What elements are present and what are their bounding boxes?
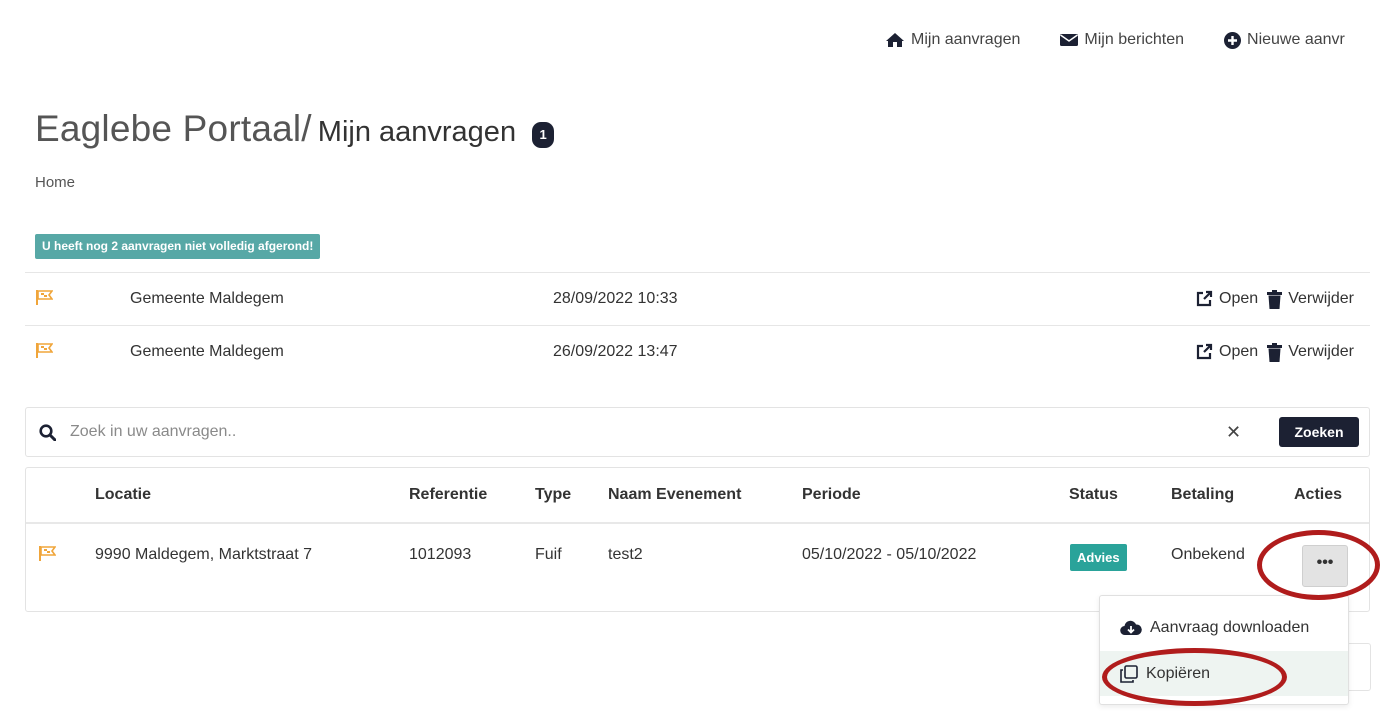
nav-my-messages-label: Mijn berichten	[1084, 31, 1185, 48]
draft-open-link[interactable]: Open	[1219, 290, 1258, 308]
table-header-divider	[26, 522, 1369, 524]
cell-periode: 05/10/2022 - 05/10/2022	[802, 546, 977, 563]
draft-actions: Open Verwijder	[1195, 342, 1354, 362]
cell-type: Fuif	[535, 546, 562, 563]
draft-actions: Open Verwijder	[1195, 289, 1354, 309]
nav-new-request-label: Nieuwe aanvr	[1247, 31, 1345, 48]
portal-brand: Eaglebe Portaal/	[35, 108, 312, 149]
draft-open-link[interactable]: Open	[1219, 343, 1258, 361]
trash-icon[interactable]	[1267, 289, 1283, 309]
column-header-periode: Periode	[802, 486, 861, 503]
draft-row: Gemeente Maldegem 28/09/2022 10:33 Open …	[25, 272, 1370, 325]
column-header-naam-evenement: Naam Evenement	[608, 486, 742, 503]
menu-item-copy[interactable]: Kopiëren	[1100, 651, 1348, 696]
flag-icon	[36, 343, 53, 358]
draft-date: 28/09/2022 10:33	[553, 290, 678, 307]
column-header-status: Status	[1069, 486, 1118, 503]
search-input[interactable]	[70, 418, 1220, 446]
cell-betaling: Onbekend	[1171, 546, 1245, 563]
draft-date: 26/09/2022 13:47	[553, 343, 678, 360]
row-actions-menu: Aanvraag downloaden Kopiëren	[1099, 595, 1349, 705]
search-icon	[39, 424, 56, 441]
breadcrumb-home[interactable]: Home	[35, 174, 75, 191]
breadcrumb[interactable]: Home	[35, 174, 75, 191]
cloud-download-icon	[1120, 620, 1142, 635]
clear-search-icon[interactable]: ✕	[1226, 422, 1241, 443]
search-bar: ✕ Zoeken	[25, 407, 1370, 457]
draft-row: Gemeente Maldegem 26/09/2022 13:47 Open …	[25, 325, 1370, 378]
menu-item-download-label: Aanvraag downloaden	[1150, 618, 1310, 636]
request-count-badge: 1	[532, 122, 555, 148]
nav-my-requests[interactable]: Mijn aanvragen	[885, 31, 1020, 49]
copy-icon	[1120, 664, 1138, 683]
menu-item-copy-label: Kopiëren	[1146, 664, 1211, 682]
trash-icon[interactable]	[1267, 342, 1283, 362]
flag-icon	[39, 546, 56, 561]
flag-icon	[36, 290, 53, 305]
draft-location: Gemeente Maldegem	[130, 343, 284, 360]
home-icon	[886, 33, 904, 47]
incomplete-requests-alert: U heeft nog 2 aanvragen niet volledig af…	[35, 234, 321, 259]
row-actions-button[interactable]: •••	[1302, 545, 1348, 587]
requests-table: Locatie Referentie Type Naam Evenement P…	[25, 467, 1370, 612]
external-link-icon[interactable]	[1195, 290, 1213, 308]
nav-my-messages[interactable]: Mijn berichten	[1060, 31, 1184, 49]
column-header-locatie: Locatie	[95, 486, 152, 503]
top-navigation: Mijn aanvragen Mijn berichten Nieuwe aan…	[885, 31, 1382, 49]
cell-referentie: 1012093	[409, 546, 472, 563]
column-header-betaling: Betaling	[1171, 486, 1235, 503]
status-badge: Advies	[1070, 544, 1127, 571]
column-header-type: Type	[535, 486, 572, 503]
plus-circle-icon	[1224, 31, 1242, 49]
nav-my-requests-label: Mijn aanvragen	[911, 31, 1021, 48]
menu-item-download[interactable]: Aanvraag downloaden	[1100, 605, 1348, 650]
column-header-referentie: Referentie	[409, 486, 488, 503]
draft-delete-link[interactable]: Verwijder	[1288, 290, 1354, 308]
envelope-icon	[1060, 34, 1079, 46]
nav-new-request[interactable]: Nieuwe aanvr	[1224, 31, 1345, 49]
search-button[interactable]: Zoeken	[1279, 417, 1359, 447]
page-title: Eaglebe Portaal/ Mijn aanvragen 1	[35, 108, 555, 150]
cell-naam-evenement: test2	[608, 546, 643, 563]
page-subtitle: Mijn aanvragen	[317, 116, 517, 148]
draft-delete-link[interactable]: Verwijder	[1288, 343, 1354, 361]
cell-locatie: 9990 Maldegem, Marktstraat 7	[95, 546, 312, 563]
draft-location: Gemeente Maldegem	[130, 290, 284, 307]
column-header-acties: Acties	[1294, 486, 1343, 503]
external-link-icon[interactable]	[1195, 343, 1213, 361]
